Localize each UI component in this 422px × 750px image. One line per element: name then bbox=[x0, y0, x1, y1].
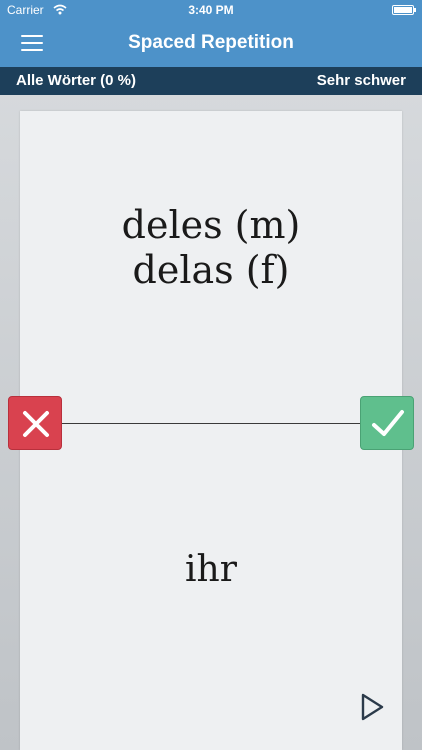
deck-info-bar: Alle Wörter (0 %) Sehr schwer bbox=[0, 67, 422, 95]
card-back: ihr bbox=[185, 549, 237, 590]
status-bar: Carrier 3:40 PM bbox=[0, 0, 422, 20]
card-front-line: deles (m) bbox=[121, 203, 301, 247]
card-front: deles (m) delas (f) bbox=[20, 203, 402, 293]
divider bbox=[60, 423, 362, 424]
page-title: Spaced Repetition bbox=[128, 32, 294, 53]
play-icon[interactable] bbox=[360, 692, 386, 722]
correct-button[interactable] bbox=[360, 396, 414, 450]
header-bar: Carrier 3:40 PM Spaced Repetition bbox=[0, 0, 422, 67]
flashcard: deles (m) delas (f) ihr bbox=[20, 111, 402, 750]
checkmark-icon bbox=[372, 410, 404, 436]
difficulty-label[interactable]: Sehr schwer bbox=[317, 72, 406, 89]
wrong-button[interactable] bbox=[8, 396, 62, 450]
card-front-line: delas (f) bbox=[132, 248, 290, 292]
clock-label: 3:40 PM bbox=[188, 3, 234, 17]
battery-icon bbox=[392, 5, 416, 15]
close-icon bbox=[23, 411, 49, 437]
deck-progress-label: Alle Wörter (0 %) bbox=[16, 72, 137, 89]
